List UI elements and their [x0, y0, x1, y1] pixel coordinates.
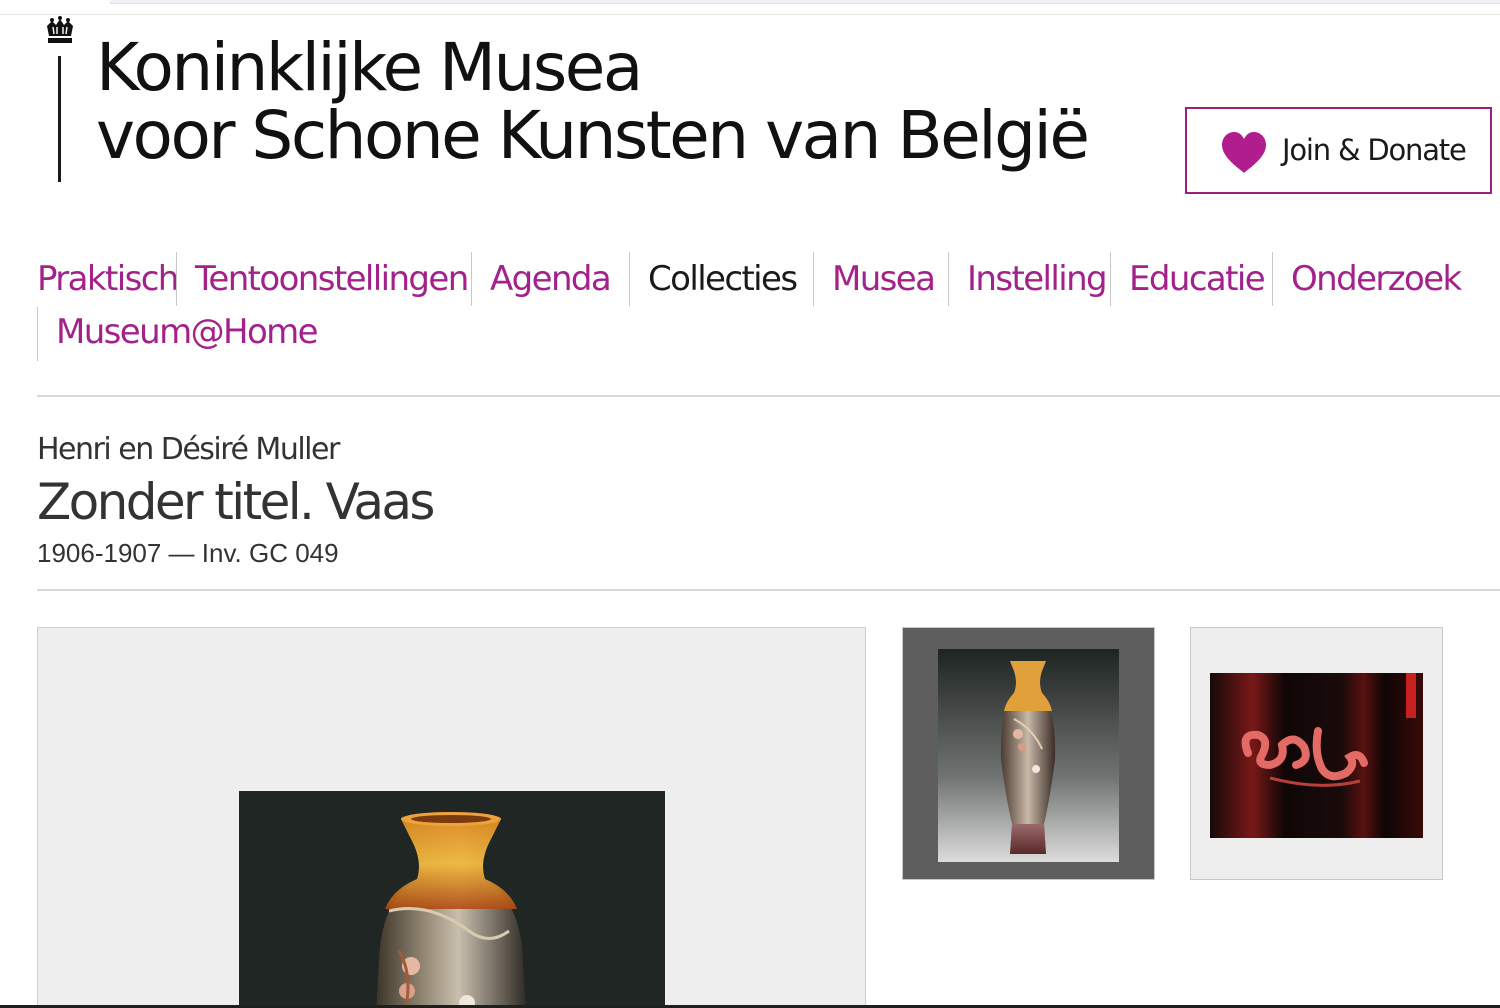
- nav-item-tentoonstellingen[interactable]: Tentoonstellingen: [195, 252, 469, 306]
- logo-bar: [58, 56, 61, 182]
- join-donate-label: Join & Donate: [1282, 133, 1467, 167]
- artwork-artist: Henri en Désiré Muller: [37, 432, 340, 467]
- site-logo[interactable]: Koninklijke Musea voor Schone Kunsten va…: [40, 14, 1100, 184]
- nav-separator: [813, 252, 814, 306]
- nav-item-praktisch[interactable]: Praktisch: [37, 252, 179, 306]
- nav-item-onderzoek[interactable]: Onderzoek: [1291, 252, 1462, 306]
- nav-separator: [37, 307, 38, 361]
- logo-wordmark: Koninklijke Musea voor Schone Kunsten va…: [96, 29, 1090, 174]
- logo-line-1: Koninklijke Musea: [96, 29, 643, 106]
- join-donate-button[interactable]: Join & Donate: [1185, 107, 1492, 194]
- nav-item-museum-at-home[interactable]: Museum@Home: [56, 305, 319, 359]
- divider: [37, 395, 1500, 397]
- divider: [37, 589, 1500, 591]
- nav-item-musea[interactable]: Musea: [832, 252, 936, 306]
- image-viewer[interactable]: [37, 627, 866, 1008]
- vase-thumbnail-image: [938, 649, 1119, 862]
- nav-separator: [176, 252, 177, 306]
- thumbnail-2[interactable]: [1190, 627, 1443, 880]
- nav-item-instelling[interactable]: Instelling: [967, 252, 1108, 306]
- nav-item-educatie[interactable]: Educatie: [1129, 252, 1266, 306]
- crown-icon: [47, 16, 73, 43]
- nav-separator: [1110, 252, 1111, 306]
- vase-main-image: [239, 791, 665, 1008]
- nav-item-collecties[interactable]: Collecties: [648, 252, 798, 306]
- logo-line-2: voor Schone Kunsten van België: [96, 97, 1090, 174]
- nav-separator: [629, 252, 630, 306]
- browser-top-edge: [110, 0, 1500, 4]
- artwork-title: Zonder titel. Vaas: [37, 473, 435, 531]
- signature-detail-image: [1210, 673, 1423, 838]
- thumbnail-1[interactable]: [902, 627, 1155, 880]
- nav-item-agenda[interactable]: Agenda: [490, 252, 612, 306]
- artwork-meta: 1906-1907 — Inv. GC 049: [37, 538, 339, 568]
- nav-separator: [948, 252, 949, 306]
- nav-separator: [471, 252, 472, 306]
- nav-separator: [1272, 252, 1273, 306]
- heart-icon: [1222, 132, 1266, 173]
